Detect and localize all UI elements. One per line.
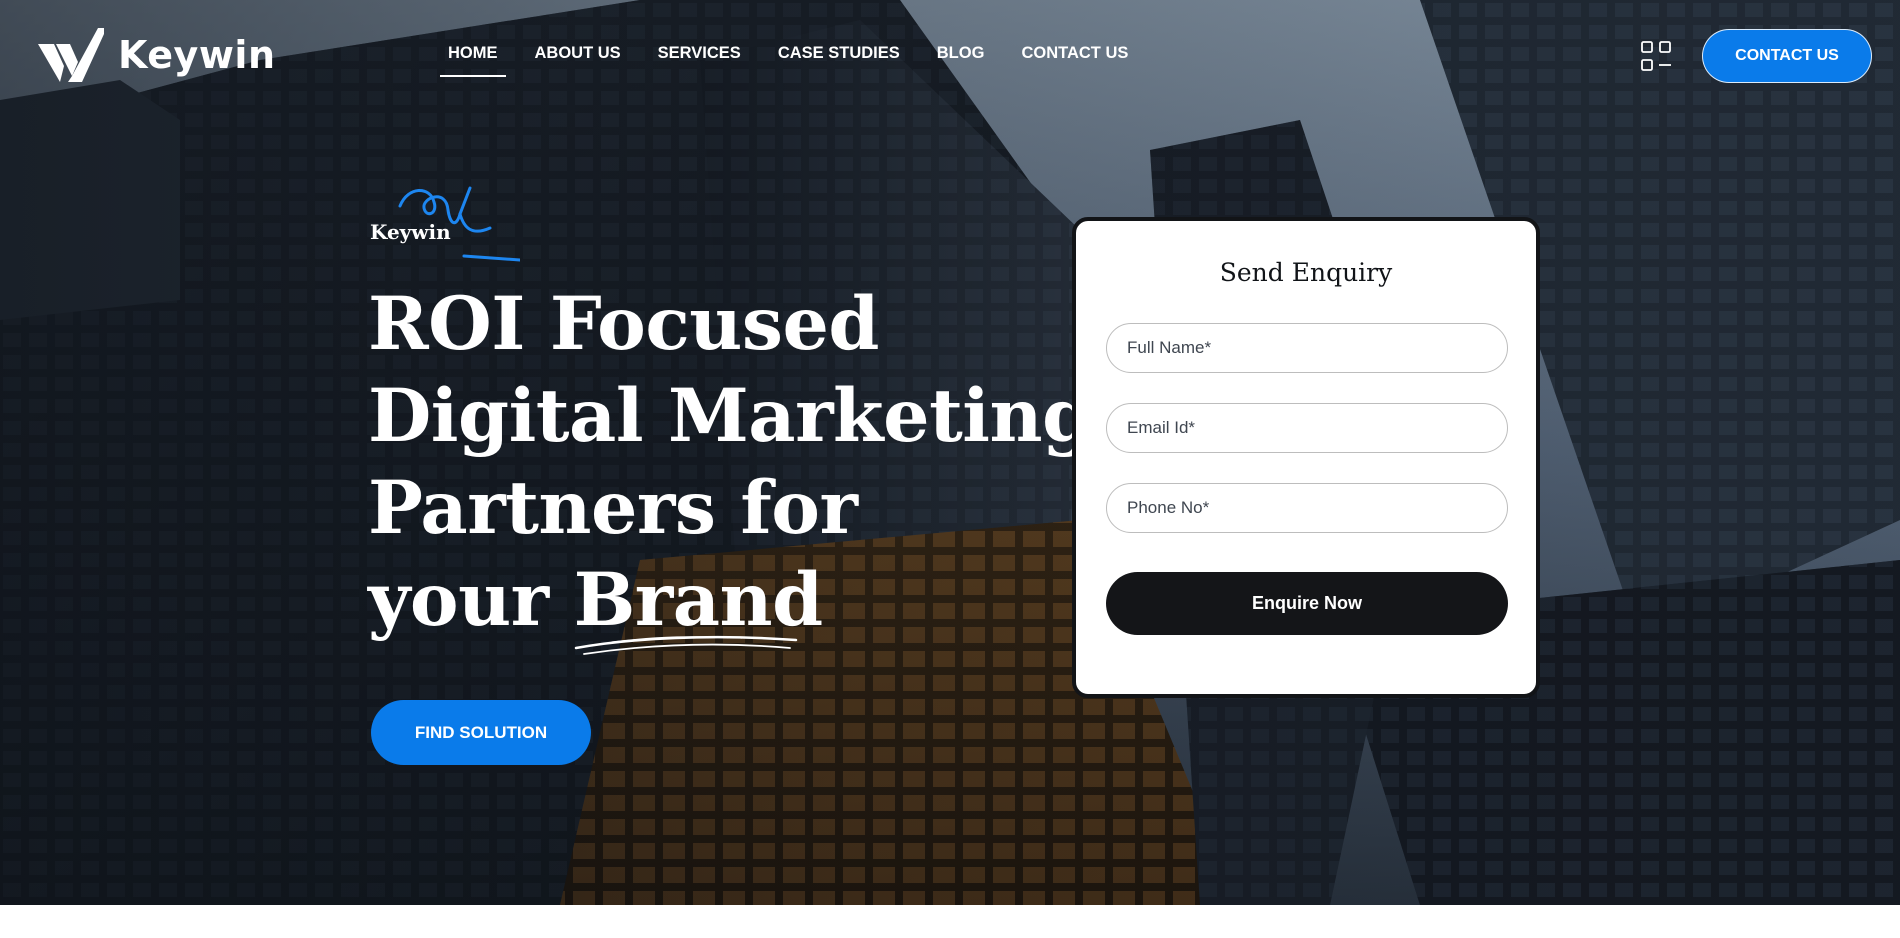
email-input[interactable] xyxy=(1106,403,1508,453)
tagline-text: Keywin xyxy=(370,220,451,244)
brush-underline-icon xyxy=(574,635,797,655)
logo-text: Keywin xyxy=(118,33,276,77)
nav-item-about-us[interactable]: ABOUT US xyxy=(535,44,621,63)
enquiry-title: Send Enquiry xyxy=(1219,258,1393,287)
grid-menu-icon[interactable] xyxy=(1641,41,1672,72)
headline-prefix: your xyxy=(368,557,574,643)
headline-line-3: Partners for xyxy=(368,465,858,551)
headline-line-2: Digital Marketing xyxy=(368,373,1093,459)
nav-item-home[interactable]: HOME xyxy=(440,44,505,77)
enquire-now-button[interactable]: Enquire Now xyxy=(1106,572,1508,635)
hero-headline: ROI Focused Digital Marketing Partners f… xyxy=(368,278,1093,655)
nav-item-contact-us[interactable]: CONTACT US xyxy=(1021,44,1128,63)
header-contact-button[interactable]: CONTACT US xyxy=(1702,29,1872,83)
hero-tagline: Keywin xyxy=(370,184,520,264)
find-solution-button[interactable]: FIND SOLUTION xyxy=(371,700,591,765)
main-nav: HOME ABOUT US SERVICES CASE STUDIES BLOG… xyxy=(440,44,1165,77)
nav-item-case-studies[interactable]: CASE STUDIES xyxy=(778,44,900,63)
enquiry-form: Send Enquiry Enquire Now xyxy=(1072,217,1540,698)
headline-highlight: Brand xyxy=(574,554,823,655)
keywin-logo-icon xyxy=(38,28,104,82)
phone-input[interactable] xyxy=(1106,483,1508,533)
headline-line-4: your Brand xyxy=(368,554,1048,655)
nav-item-services[interactable]: SERVICES xyxy=(658,44,741,63)
headline-line-1: ROI Focused xyxy=(368,281,879,367)
nav-item-blog[interactable]: BLOG xyxy=(937,44,985,63)
site-logo[interactable]: Keywin xyxy=(38,28,276,82)
page-section-divider xyxy=(0,905,1900,938)
full-name-input[interactable] xyxy=(1106,323,1508,373)
